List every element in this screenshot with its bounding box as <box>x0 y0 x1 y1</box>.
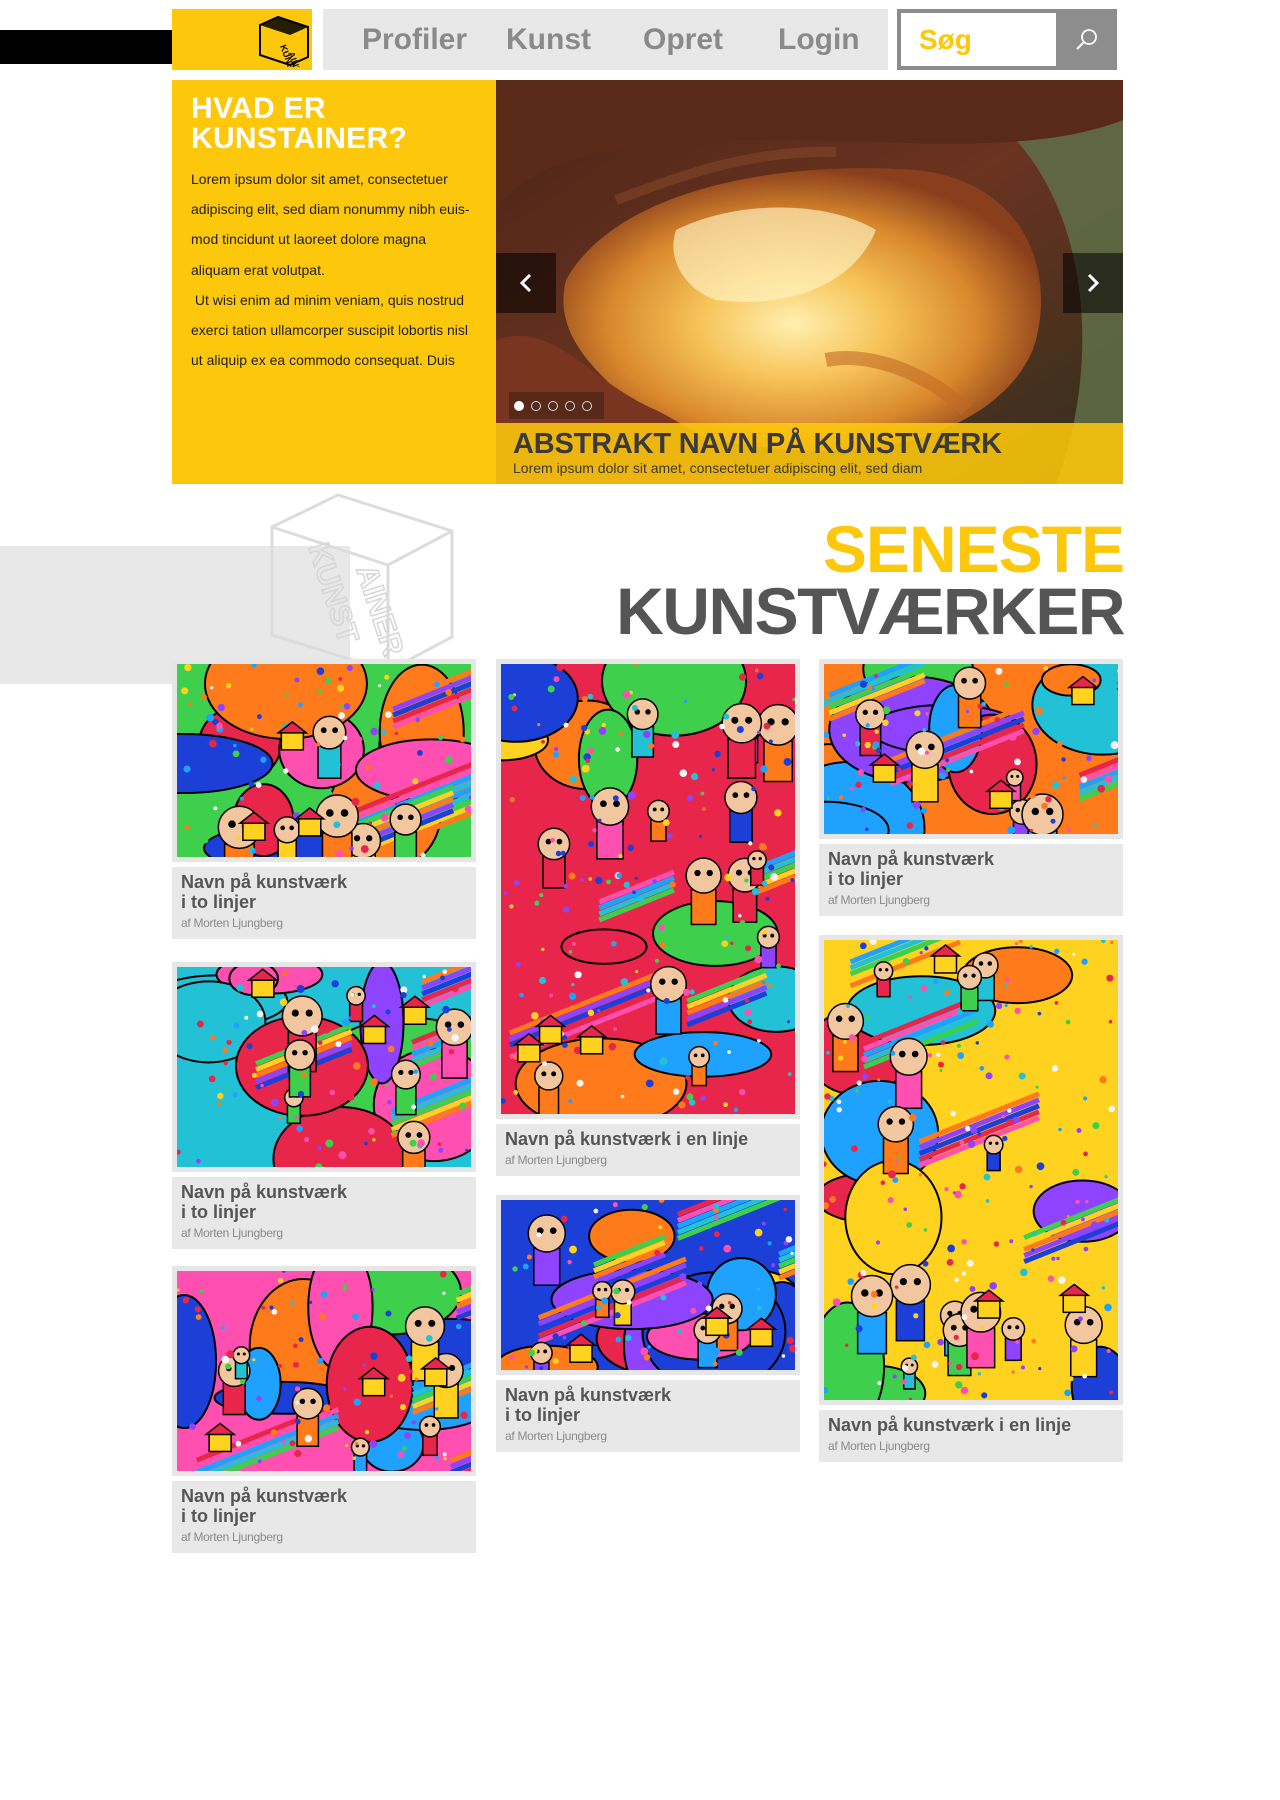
artwork-artist: af Morten Ljungberg <box>181 1226 283 1240</box>
search-input[interactable] <box>901 13 1056 66</box>
artwork-card[interactable]: Navn på kunstværk i to linjer af Morten … <box>172 962 476 1249</box>
nav-item-login[interactable]: Login <box>778 23 860 57</box>
artwork-card[interactable]: Navn på kunstværk i en linje af Morten L… <box>819 935 1123 1462</box>
slider-next-button[interactable] <box>1063 253 1123 313</box>
slider-prev-button[interactable] <box>496 253 556 313</box>
artwork-title: Navn på kunstværk i to linjer <box>181 1486 348 1526</box>
artwork-artist: af Morten Ljungberg <box>505 1429 607 1443</box>
slide-caption: ABSTRAKT NAVN PÅ KUNSTVÆRK Lorem ipsum d… <box>496 423 1123 484</box>
artwork-image <box>824 664 1118 834</box>
artwork-artist: af Morten Ljungberg <box>505 1153 607 1167</box>
nav-item-opret[interactable]: Opret <box>643 23 723 57</box>
intro-panel: HVAD ER KUNSTAINER? Lorem ipsum dolor si… <box>172 80 496 484</box>
artwork-image <box>501 1200 795 1370</box>
artwork-title: Navn på kunstværk i to linjer <box>828 849 995 889</box>
artwork-artist: af Morten Ljungberg <box>181 916 283 930</box>
slide-subtitle: Lorem ipsum dolor sit amet, consectetuer… <box>513 460 923 476</box>
artwork-image <box>177 967 471 1167</box>
intro-title: HVAD ER KUNSTAINER? <box>191 94 478 154</box>
slider-dot[interactable] <box>531 400 541 411</box>
site-logo[interactable]: KUNST AINER <box>172 9 312 70</box>
nav-item-profiler[interactable]: Profiler <box>362 23 467 57</box>
artwork-card[interactable]: Navn på kunstværk i to linjer af Morten … <box>172 1266 476 1553</box>
artwork-image <box>501 664 795 1114</box>
artwork-image <box>177 664 471 857</box>
artwork-title: Navn på kunstværk i to linjer <box>505 1385 672 1425</box>
intro-title-line2: KUNSTAINER? <box>191 122 408 155</box>
watermark-text-ainer: AINER <box>349 561 409 660</box>
slider-dot[interactable] <box>582 400 592 411</box>
artwork-image <box>824 940 1118 1400</box>
artwork-card[interactable]: Navn på kunstværk i en linje af Morten L… <box>496 659 800 1176</box>
section-heading-line2: KUNSTVÆRKER <box>616 574 1125 648</box>
artwork-card[interactable]: Navn på kunstværk i to linjer af Morten … <box>819 659 1123 916</box>
artwork-artist: af Morten Ljungberg <box>828 893 930 907</box>
search-button[interactable] <box>1060 13 1113 66</box>
featured-slider[interactable]: ABSTRAKT NAVN PÅ KUNSTVÆRK Lorem ipsum d… <box>496 80 1123 484</box>
nav-item-kunst[interactable]: Kunst <box>506 23 591 57</box>
artwork-card[interactable]: Navn på kunstværk i to linjer af Morten … <box>172 659 476 939</box>
artwork-title: Navn på kunstværk i to linjer <box>181 872 348 912</box>
intro-title-line1: HVAD ER <box>191 92 326 125</box>
main-nav: Profiler Kunst Opret Login <box>323 9 888 70</box>
slider-dot[interactable] <box>565 400 575 411</box>
slider-pagination <box>509 392 604 419</box>
search-icon <box>1075 28 1097 50</box>
slide-title: ABSTRAKT NAVN PÅ KUNSTVÆRK <box>513 428 1002 460</box>
logo-watermark-icon: KUNST AINER <box>270 493 454 673</box>
chevron-left-icon <box>519 273 532 293</box>
artwork-title: Navn på kunstværk i en linje <box>828 1415 1072 1435</box>
search-box <box>897 9 1117 70</box>
logo-mark-icon: KUNST AINER <box>259 15 309 67</box>
slider-dot[interactable] <box>514 400 524 411</box>
section-heading-line1: SENESTE <box>822 512 1125 586</box>
artwork-title: Navn på kunstværk i to linjer <box>181 1182 348 1222</box>
artwork-image <box>177 1271 471 1471</box>
artwork-card[interactable]: Navn på kunstværk i to linjer af Morten … <box>496 1195 800 1452</box>
slider-dot[interactable] <box>548 400 558 411</box>
intro-body: Lorem ipsum dolor sit amet, consectetuer… <box>191 171 470 369</box>
artwork-title: Navn på kunstværk i en linje <box>505 1129 749 1149</box>
artwork-artist: af Morten Ljungberg <box>828 1439 930 1453</box>
chevron-right-icon <box>1087 273 1100 293</box>
artwork-artist: af Morten Ljungberg <box>181 1530 283 1544</box>
